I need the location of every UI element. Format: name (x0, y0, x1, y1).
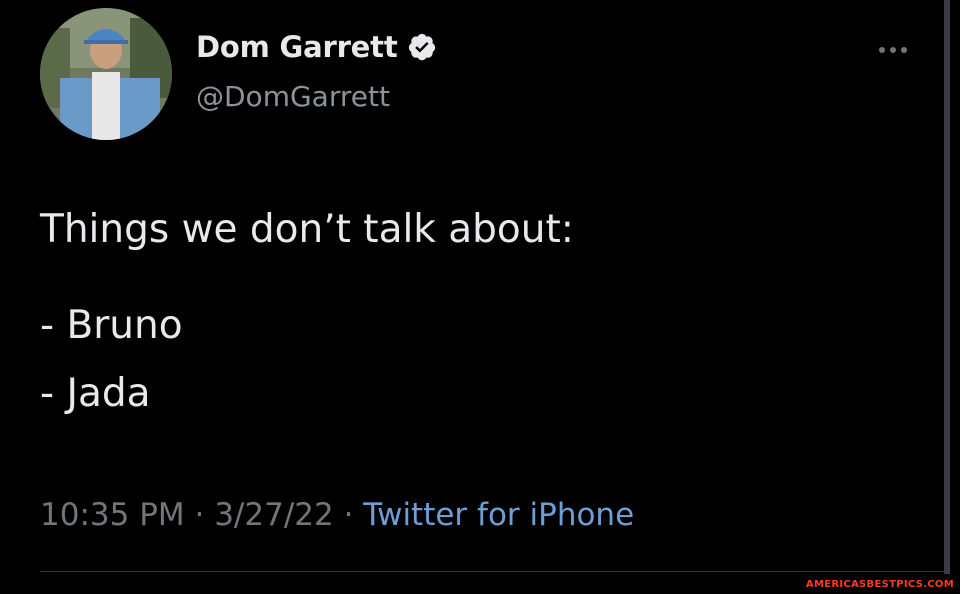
author-handle[interactable]: @DomGarrett (196, 80, 390, 113)
profile-photo-icon (40, 8, 172, 140)
tweet-time[interactable]: 10:35 PM (40, 497, 185, 533)
meta-separator: · (333, 497, 364, 533)
tweet-card: Dom Garrett @DomGarrett Things we don’t … (0, 0, 960, 594)
display-name[interactable]: Dom Garrett (196, 30, 398, 64)
more-dot (901, 47, 907, 53)
tweet-date[interactable]: 3/27/22 (214, 497, 334, 533)
tweet-meta: 10:35 PM · 3/27/22 · Twitter for iPhone (40, 497, 634, 533)
avatar[interactable] (40, 8, 172, 140)
tweet-text-line: Things we don’t talk about: (40, 207, 574, 252)
author-name-row: Dom Garrett (196, 30, 437, 64)
more-dot (890, 47, 896, 53)
verified-badge-icon (409, 33, 436, 61)
more-dot (879, 47, 885, 53)
tweet-text-line: - Bruno (40, 303, 183, 348)
tweet-source-link[interactable]: Twitter for iPhone (363, 497, 634, 533)
scrollbar[interactable] (944, 0, 950, 574)
divider (40, 571, 948, 572)
more-options-button[interactable] (868, 38, 918, 62)
watermark: AMERICASBESTPICS.COM (805, 579, 954, 590)
meta-separator: · (184, 497, 215, 533)
tweet-text-line: - Jada (40, 371, 151, 416)
